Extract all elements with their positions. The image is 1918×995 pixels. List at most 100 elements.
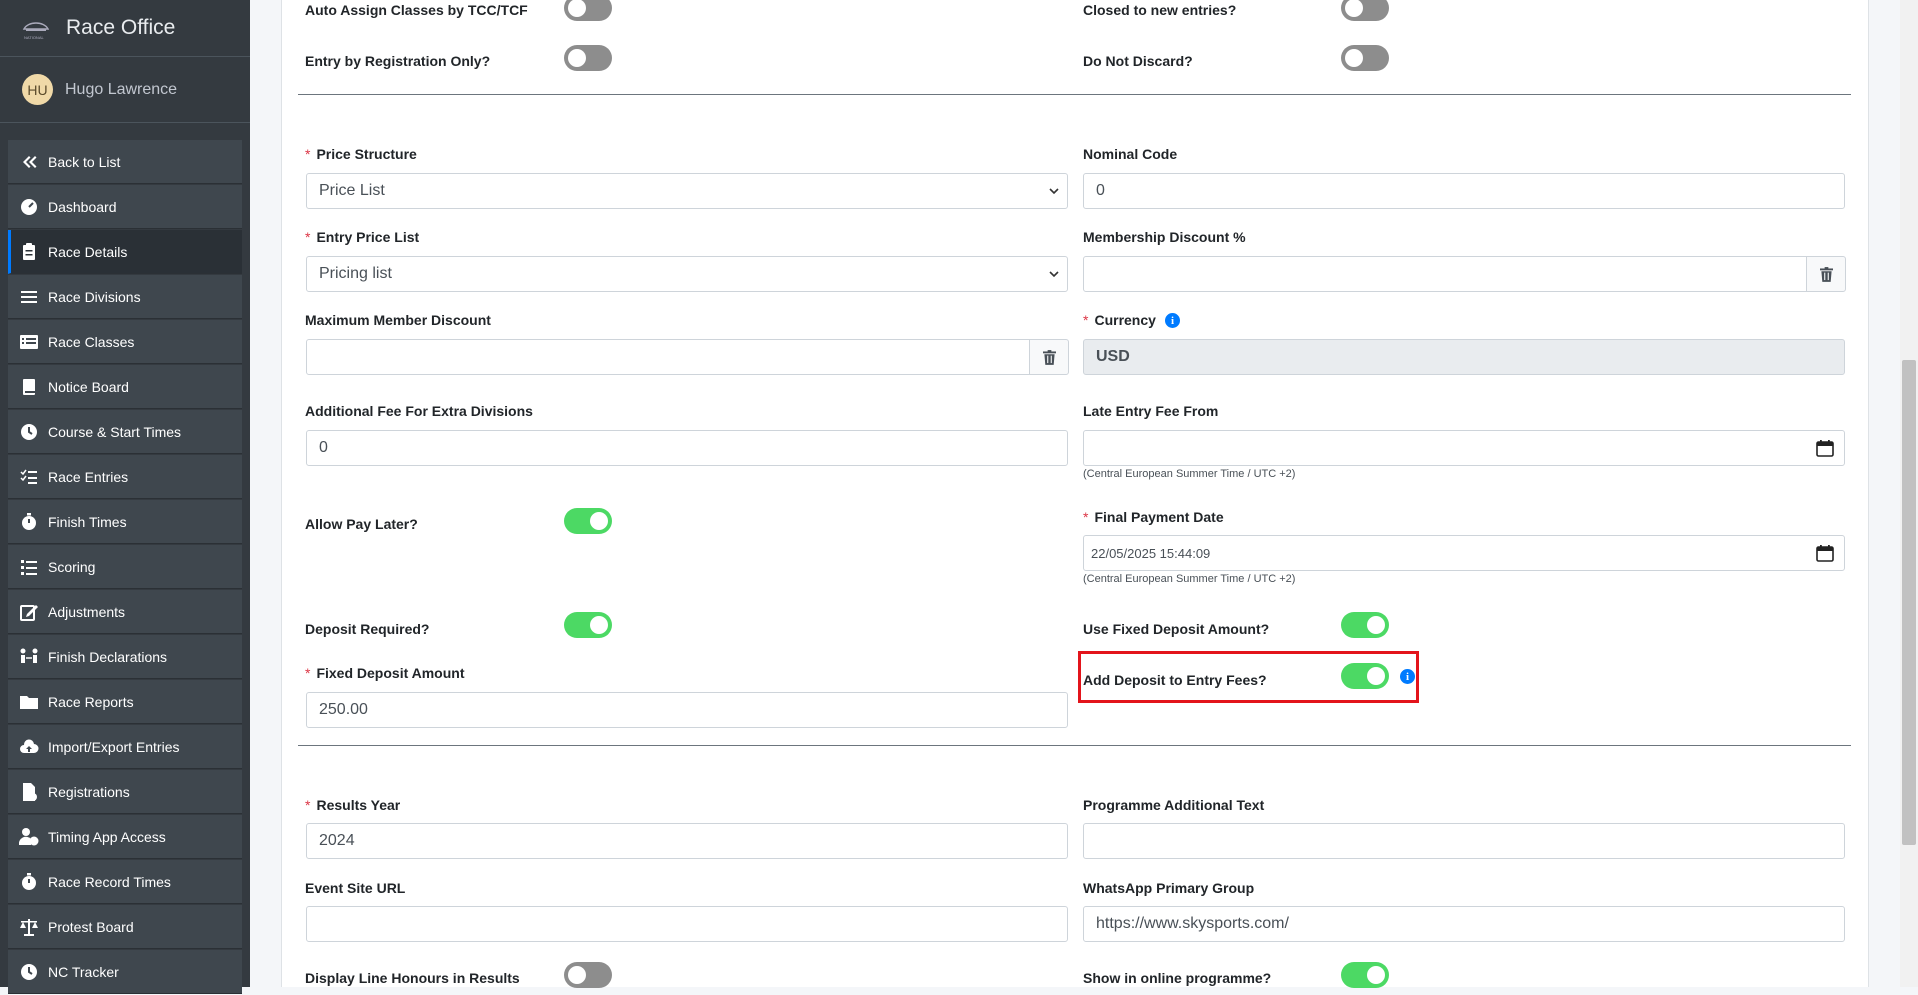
- entry-reg-toggle[interactable]: [564, 45, 612, 71]
- sidebar-item-nc-tracker[interactable]: NC Tracker: [8, 950, 242, 994]
- sidebar-item-race-details[interactable]: Race Details: [8, 230, 242, 274]
- additional-fee-input[interactable]: 0: [306, 430, 1068, 466]
- price-structure-label: * Price Structure: [305, 146, 417, 162]
- chevron-down-icon: [1049, 188, 1059, 195]
- programme-text-label: Programme Additional Text: [1083, 797, 1265, 813]
- avatar: HU: [22, 74, 53, 105]
- programme-text-input[interactable]: [1083, 823, 1845, 859]
- scrollbar-thumb[interactable]: [1902, 360, 1916, 845]
- sidebar-item-import-export[interactable]: Import/Export Entries: [8, 725, 242, 769]
- sidebar-item-label: Finish Declarations: [48, 648, 168, 665]
- add-deposit-info-icon[interactable]: i: [1400, 669, 1415, 684]
- main-content: Auto Assign Classes by TCC/TCF Closed to…: [250, 0, 1900, 988]
- page-scrollbar[interactable]: [1900, 0, 1918, 987]
- sidebar-item-label: Scoring: [48, 558, 96, 575]
- sidebar-item-race-divisions[interactable]: Race Divisions: [8, 275, 242, 319]
- sidebar-item-registrations[interactable]: Registrations: [8, 770, 242, 814]
- entry-price-list-select[interactable]: Pricing list: [306, 256, 1068, 292]
- clock-icon: [18, 421, 40, 443]
- nominal-code-input[interactable]: 0: [1083, 173, 1845, 209]
- entry-reg-label: Entry by Registration Only?: [305, 53, 491, 69]
- currency-info-icon[interactable]: i: [1165, 313, 1180, 328]
- sidebar-item-timing-app-access[interactable]: Timing App Access: [8, 815, 242, 859]
- use-fixed-deposit-label: Use Fixed Deposit Amount?: [1083, 621, 1270, 637]
- add-deposit-label: Add Deposit to Entry Fees?: [1083, 672, 1267, 688]
- sidebar-item-label: Notice Board: [48, 378, 129, 395]
- brand[interactable]: NATIONAL Race Office: [0, 0, 250, 57]
- sidebar-item-label: Race Reports: [48, 693, 134, 710]
- sidebar-item-race-reports[interactable]: Race Reports: [8, 680, 242, 724]
- clear-membership-discount-button[interactable]: [1806, 256, 1846, 292]
- sidebar-item-label: Finish Times: [48, 513, 127, 530]
- book-icon: [18, 376, 40, 398]
- whatsapp-label: WhatsApp Primary Group: [1083, 880, 1255, 896]
- app-title: Race Office: [66, 16, 176, 39]
- auto-assign-toggle[interactable]: [564, 0, 612, 21]
- allow-pay-later-toggle[interactable]: [564, 508, 612, 534]
- whatsapp-input[interactable]: https://www.skysports.com/: [1083, 906, 1845, 942]
- sidebar-item-label: NC Tracker: [48, 963, 119, 980]
- price-structure-select[interactable]: Price List: [306, 173, 1068, 209]
- membership-discount-input[interactable]: [1083, 256, 1807, 292]
- calendar-icon[interactable]: [1816, 439, 1834, 457]
- sidebar-item-finish-declarations[interactable]: Finish Declarations: [8, 635, 242, 679]
- sidebar-nav: Back to List Dashboard Race Details Race…: [8, 140, 242, 995]
- late-entry-input[interactable]: [1083, 430, 1845, 466]
- final-payment-input[interactable]: 22/05/2025 15:44:09: [1083, 535, 1845, 571]
- user-panel[interactable]: HU Hugo Lawrence: [0, 57, 250, 123]
- deposit-required-label: Deposit Required?: [305, 621, 430, 637]
- line-honours-toggle[interactable]: [564, 962, 612, 988]
- add-deposit-toggle[interactable]: [1341, 663, 1389, 689]
- sidebar-item-race-record-times[interactable]: Race Record Times: [8, 860, 242, 904]
- sidebar: NATIONAL Race Office HU Hugo Lawrence Ba…: [0, 0, 250, 994]
- entry-price-list-value: Pricing list: [319, 265, 392, 282]
- sidebar-item-finish-times[interactable]: Finish Times: [8, 500, 242, 544]
- max-member-discount-label: Maximum Member Discount: [305, 312, 491, 328]
- sidebar-item-label: Race Classes: [48, 333, 135, 350]
- use-fixed-deposit-toggle[interactable]: [1341, 612, 1389, 638]
- online-programme-toggle[interactable]: [1341, 962, 1389, 988]
- do-not-discard-toggle[interactable]: [1341, 45, 1389, 71]
- line-honours-label: Display Line Honours in Results: [305, 970, 520, 986]
- sidebar-item-label: Import/Export Entries: [48, 738, 180, 755]
- sidebar-item-back-to-list[interactable]: Back to List: [8, 140, 242, 184]
- sidebar-item-label: Timing App Access: [48, 828, 166, 845]
- calendar-icon[interactable]: [1816, 544, 1834, 562]
- fixed-deposit-input[interactable]: 250.00: [306, 692, 1068, 728]
- event-site-input[interactable]: [306, 906, 1068, 942]
- sidebar-item-label: Dashboard: [48, 198, 117, 215]
- sidebar-item-protest-board[interactable]: Protest Board: [8, 905, 242, 949]
- closed-label: Closed to new entries?: [1083, 2, 1237, 18]
- clipboard-icon: [18, 241, 40, 263]
- online-programme-label: Show in online programme?: [1083, 970, 1272, 986]
- ordered-list-icon: [18, 556, 40, 578]
- stopwatch-icon: [18, 871, 40, 893]
- sidebar-item-label: Race Record Times: [48, 873, 171, 890]
- max-member-discount-input[interactable]: [306, 339, 1030, 375]
- sidebar-item-label: Race Divisions: [48, 288, 141, 305]
- trash-icon: [1819, 266, 1833, 282]
- fixed-deposit-label: * Fixed Deposit Amount: [305, 665, 465, 681]
- results-year-label: * Results Year: [305, 797, 401, 813]
- sidebar-item-adjustments[interactable]: Adjustments: [8, 590, 242, 634]
- results-year-input[interactable]: 2024: [306, 823, 1068, 859]
- clear-max-member-discount-button[interactable]: [1029, 339, 1069, 375]
- sidebar-item-course-start-times[interactable]: Course & Start Times: [8, 410, 242, 454]
- sidebar-item-scoring[interactable]: Scoring: [8, 545, 242, 589]
- people-arrows-icon: [18, 646, 40, 668]
- sidebar-item-notice-board[interactable]: Notice Board: [8, 365, 242, 409]
- final-payment-label: * Final Payment Date: [1083, 509, 1224, 525]
- sidebar-item-dashboard[interactable]: Dashboard: [8, 185, 242, 229]
- late-entry-timezone-hint: (Central European Summer Time / UTC +2): [1083, 468, 1296, 480]
- do-not-discard-label: Do Not Discard?: [1083, 53, 1193, 69]
- divider: [298, 94, 1851, 95]
- logo-icon: NATIONAL: [20, 15, 52, 41]
- deposit-required-toggle[interactable]: [564, 612, 612, 638]
- allow-pay-later-label: Allow Pay Later?: [305, 516, 418, 532]
- divider: [298, 745, 1851, 746]
- sidebar-item-label: Adjustments: [48, 603, 126, 620]
- event-site-label: Event Site URL: [305, 880, 406, 896]
- sidebar-item-race-classes[interactable]: Race Classes: [8, 320, 242, 364]
- closed-toggle[interactable]: [1341, 0, 1389, 21]
- sidebar-item-race-entries[interactable]: Race Entries: [8, 455, 242, 499]
